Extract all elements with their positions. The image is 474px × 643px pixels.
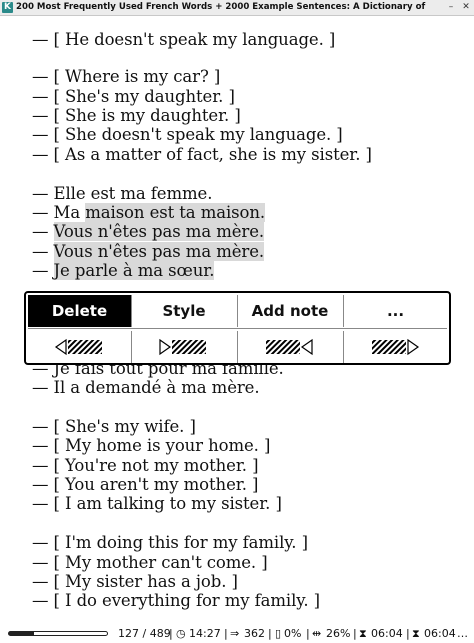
text-line: — [ She's my wife. ]	[32, 417, 196, 436]
separator: |	[268, 627, 272, 640]
status-footer: 127 / 489 | ◷ 14:27 | ⇒ 362 | ▯ 0% | ⇹ 2…	[0, 624, 474, 643]
text-line: — [ My sister has a job. ]	[32, 572, 238, 591]
text-line-text: — Ma maison est ta maison.	[32, 203, 266, 222]
shrink-right-icon	[371, 338, 419, 356]
separator: |	[169, 627, 173, 640]
text-highlight[interactable]: Vous n'êtes pas ma mère.	[53, 222, 264, 241]
text-line: — [ You aren't my mother. ]	[32, 475, 259, 494]
text-line: — [ My mother can't come. ]	[32, 553, 268, 572]
divider	[28, 328, 447, 329]
text-line: — [ I do everything for my family. ]	[32, 591, 320, 610]
text-highlight[interactable]: Je parle à ma sœur.	[53, 261, 214, 280]
text-line-text: — Vous n'êtes pas ma mère.	[32, 222, 265, 241]
page-counter: 127 / 489	[118, 627, 171, 640]
shrink-right-button[interactable]	[344, 331, 447, 363]
arrow-icon: ⇒	[230, 627, 240, 640]
highlight-menu: Delete Style Add note ...	[24, 291, 451, 365]
text-line: — Il a demandé à ma mère.	[32, 378, 260, 397]
battery-level: 0%	[284, 627, 302, 640]
book-time-left: 06:04	[424, 627, 456, 640]
text-line: — [ He doesn't speak my language. ]	[32, 30, 336, 49]
pages-left: 362	[244, 627, 265, 640]
style-button[interactable]: Style	[132, 295, 236, 327]
book-percent: 26%	[326, 627, 351, 640]
separator: |	[406, 627, 410, 640]
separator: |	[306, 627, 310, 640]
progress-fill	[9, 632, 35, 635]
text-line: — [ She is my daughter. ]	[32, 106, 241, 125]
text-line: — [ I'm doing this for my family. ]	[32, 533, 308, 552]
text-line: — [ You're not my mother. ]	[32, 456, 259, 475]
text-highlight[interactable]: maison est ta maison.	[85, 203, 265, 222]
highlighted-text-line[interactable]: — Vous n'êtes pas ma mère.	[32, 222, 264, 241]
extend-right-icon	[159, 338, 206, 356]
add-note-button[interactable]: Add note	[238, 295, 342, 327]
shrink-left-icon	[266, 338, 313, 356]
reading-progress-bar[interactable]	[8, 631, 108, 636]
hourglass-icon: ⧗	[412, 627, 420, 640]
text-line: — [ She's my daughter. ]	[32, 87, 235, 106]
separator: |	[353, 627, 357, 640]
text-line: — [ I am talking to my sister. ]	[32, 494, 282, 513]
text-highlight[interactable]: Vous n'êtes pas ma mère.	[53, 242, 264, 261]
text-line-text: — Je parle à ma sœur.	[32, 261, 215, 280]
extend-left-icon	[54, 338, 102, 356]
chapter-time-left: 06:04	[371, 627, 403, 640]
text-line: — [ Where is my car? ]	[32, 67, 221, 86]
time: 14:27	[189, 627, 221, 640]
text-line: — [ She doesn't speak my language. ]	[32, 125, 343, 144]
highlighted-text-line[interactable]: — Ma maison est ta maison.	[32, 203, 265, 222]
highlighted-text-line[interactable]: — Je parle à ma sœur.	[32, 261, 214, 280]
hourglass-icon: ⧗	[359, 627, 367, 640]
battery-icon: ▯	[275, 627, 282, 640]
separator: |	[224, 627, 228, 640]
shrink-left-button[interactable]	[238, 331, 342, 363]
highlighted-text-line[interactable]: — Vous n'êtes pas ma mère.	[32, 242, 264, 261]
ellipsis: …	[457, 627, 468, 640]
delete-button[interactable]: Delete	[28, 295, 131, 327]
clock-icon: ◷	[176, 627, 186, 640]
more-button[interactable]: ...	[344, 295, 447, 327]
text-line-text: — Vous n'êtes pas ma mère.	[32, 242, 265, 261]
extend-left-button[interactable]	[28, 331, 131, 363]
text-line: — Elle est ma femme.	[32, 184, 213, 203]
text-line: — [ My home is your home. ]	[32, 436, 271, 455]
text-line: — [ As a matter of fact, she is my siste…	[32, 145, 372, 164]
arrows-icon: ⇹	[312, 627, 322, 640]
extend-right-button[interactable]	[132, 331, 236, 363]
